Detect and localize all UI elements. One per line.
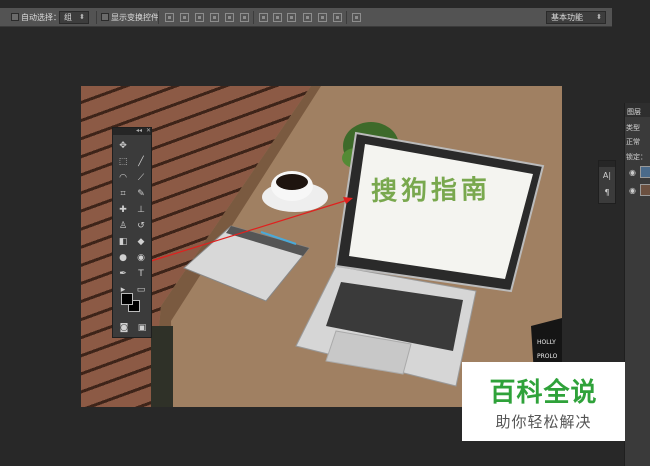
kind-filter[interactable]: 类型	[626, 123, 640, 133]
tools-panel: ◂◂ ✕ ✥ ⬚ ╱ ◠ ⟋ ⌗ ✎ ✚ ⊥ ♙ ↺ ◧ ◆ ● ◉ ✒ T ▸…	[112, 127, 152, 338]
distribute-vcenter-icon[interactable]	[273, 13, 282, 22]
photo-scene: HOLLY PROLO	[150, 86, 562, 407]
pen-tool-icon[interactable]: ✒	[116, 268, 130, 280]
divider	[346, 11, 347, 24]
lock-label: 锁定：	[626, 153, 647, 161]
eyedropper-icon[interactable]: ⟋	[134, 172, 148, 184]
workspace-dropdown[interactable]: 基本功能 ⬍	[546, 11, 606, 24]
divider	[253, 11, 254, 24]
distribute-bottom-icon[interactable]	[287, 13, 296, 22]
marquee-tool-icon[interactable]: ⬚	[116, 156, 130, 168]
distribute-hcenter-icon[interactable]	[318, 13, 327, 22]
lasso-tool-icon[interactable]: ◠	[116, 172, 130, 184]
auto-select-label: 自动选择：	[21, 13, 61, 22]
table-leg	[151, 326, 173, 407]
eye-icon[interactable]: ◉	[629, 187, 637, 195]
sign-text-2: PROLO	[537, 353, 558, 360]
clone-stamp-icon[interactable]: ⊥	[134, 204, 148, 216]
photoshop-window: 自动选择： 组 ⬍ 显示变换控件 基本功能 ⬍ HOLLY PROLO 搜狗指南…	[0, 0, 650, 466]
bucket-icon[interactable]: ◆	[134, 236, 148, 248]
foreground-color-swatch[interactable]	[121, 293, 133, 305]
divider	[96, 11, 97, 24]
align-top-icon[interactable]	[165, 13, 174, 22]
layers-tab-bar: 图层	[625, 103, 650, 117]
tools-panel-header[interactable]: ◂◂ ✕	[113, 127, 151, 135]
auto-align-icon[interactable]	[352, 13, 361, 22]
pen-icon[interactable]: ✎	[134, 188, 148, 200]
character-mini-panel: A| ¶	[598, 160, 616, 204]
tab-layers[interactable]: 图层	[627, 107, 641, 117]
blur-tool-icon[interactable]: ●	[116, 252, 130, 264]
screen-mode-icon[interactable]: ▣	[135, 322, 149, 334]
watermark-logo: 百科全说 助你轻松解决	[462, 362, 625, 441]
align-left-icon[interactable]	[210, 13, 219, 22]
history-brush-icon[interactable]: ↺	[134, 220, 148, 232]
crop-tool-icon[interactable]: ⌗	[116, 188, 130, 200]
show-transform-label: 显示变换控件	[111, 13, 159, 22]
collapse-icon[interactable]: ◂◂	[136, 127, 142, 134]
layer-thumbnail[interactable]	[640, 184, 650, 196]
paragraph-panel-icon[interactable]: ¶	[599, 184, 615, 201]
move-tool-icon[interactable]: ✥	[116, 140, 130, 152]
layer-thumbnail[interactable]	[640, 166, 650, 178]
distribute-right-icon[interactable]	[333, 13, 342, 22]
shape-tool-icon[interactable]: ▭	[134, 284, 148, 296]
healing-brush-icon[interactable]: ✚	[116, 204, 130, 216]
layers-panel: 图层 类型 正常 锁定： ◉ ◉	[624, 103, 650, 466]
auto-select-value: 组	[64, 13, 72, 22]
close-icon[interactable]: ✕	[146, 127, 151, 134]
chevron-down-icon: ⬍	[79, 13, 85, 21]
align-right-icon[interactable]	[240, 13, 249, 22]
align-bottom-icon[interactable]	[195, 13, 204, 22]
coffee	[276, 174, 308, 190]
stamp-tool-icon[interactable]: ♙	[116, 220, 130, 232]
document-canvas[interactable]: HOLLY PROLO 搜狗指南	[81, 86, 562, 407]
watermark-title: 百科全说	[489, 378, 598, 408]
chevron-down-icon: ⬍	[596, 13, 602, 21]
workspace-value: 基本功能	[551, 13, 583, 22]
align-vcenter-icon[interactable]	[180, 13, 189, 22]
distribute-top-icon[interactable]	[259, 13, 268, 22]
options-bar: 自动选择： 组 ⬍ 显示变换控件 基本功能 ⬍	[0, 8, 612, 27]
auto-select-dropdown[interactable]: 组 ⬍	[59, 11, 89, 24]
quick-mask-icon[interactable]: ◙	[117, 322, 131, 334]
distribute-left-icon[interactable]	[303, 13, 312, 22]
divider	[158, 11, 159, 24]
dodge-tool-icon[interactable]: ◉	[134, 252, 148, 264]
brush-icon[interactable]: ╱	[134, 156, 148, 168]
sign-text-1: HOLLY	[537, 339, 556, 346]
watermark-subtitle: 助你轻松解决	[495, 413, 592, 431]
character-panel-icon[interactable]: A|	[599, 167, 615, 184]
screen-text: 搜狗指南	[370, 174, 492, 208]
blend-mode-dropdown[interactable]: 正常	[626, 137, 640, 147]
eye-icon[interactable]: ◉	[629, 169, 637, 177]
align-hcenter-icon[interactable]	[225, 13, 234, 22]
auto-select-checkbox[interactable]	[11, 13, 19, 21]
type-tool-icon[interactable]: T	[134, 268, 148, 280]
show-transform-checkbox[interactable]	[101, 13, 109, 21]
eraser-icon[interactable]: ◧	[116, 236, 130, 248]
